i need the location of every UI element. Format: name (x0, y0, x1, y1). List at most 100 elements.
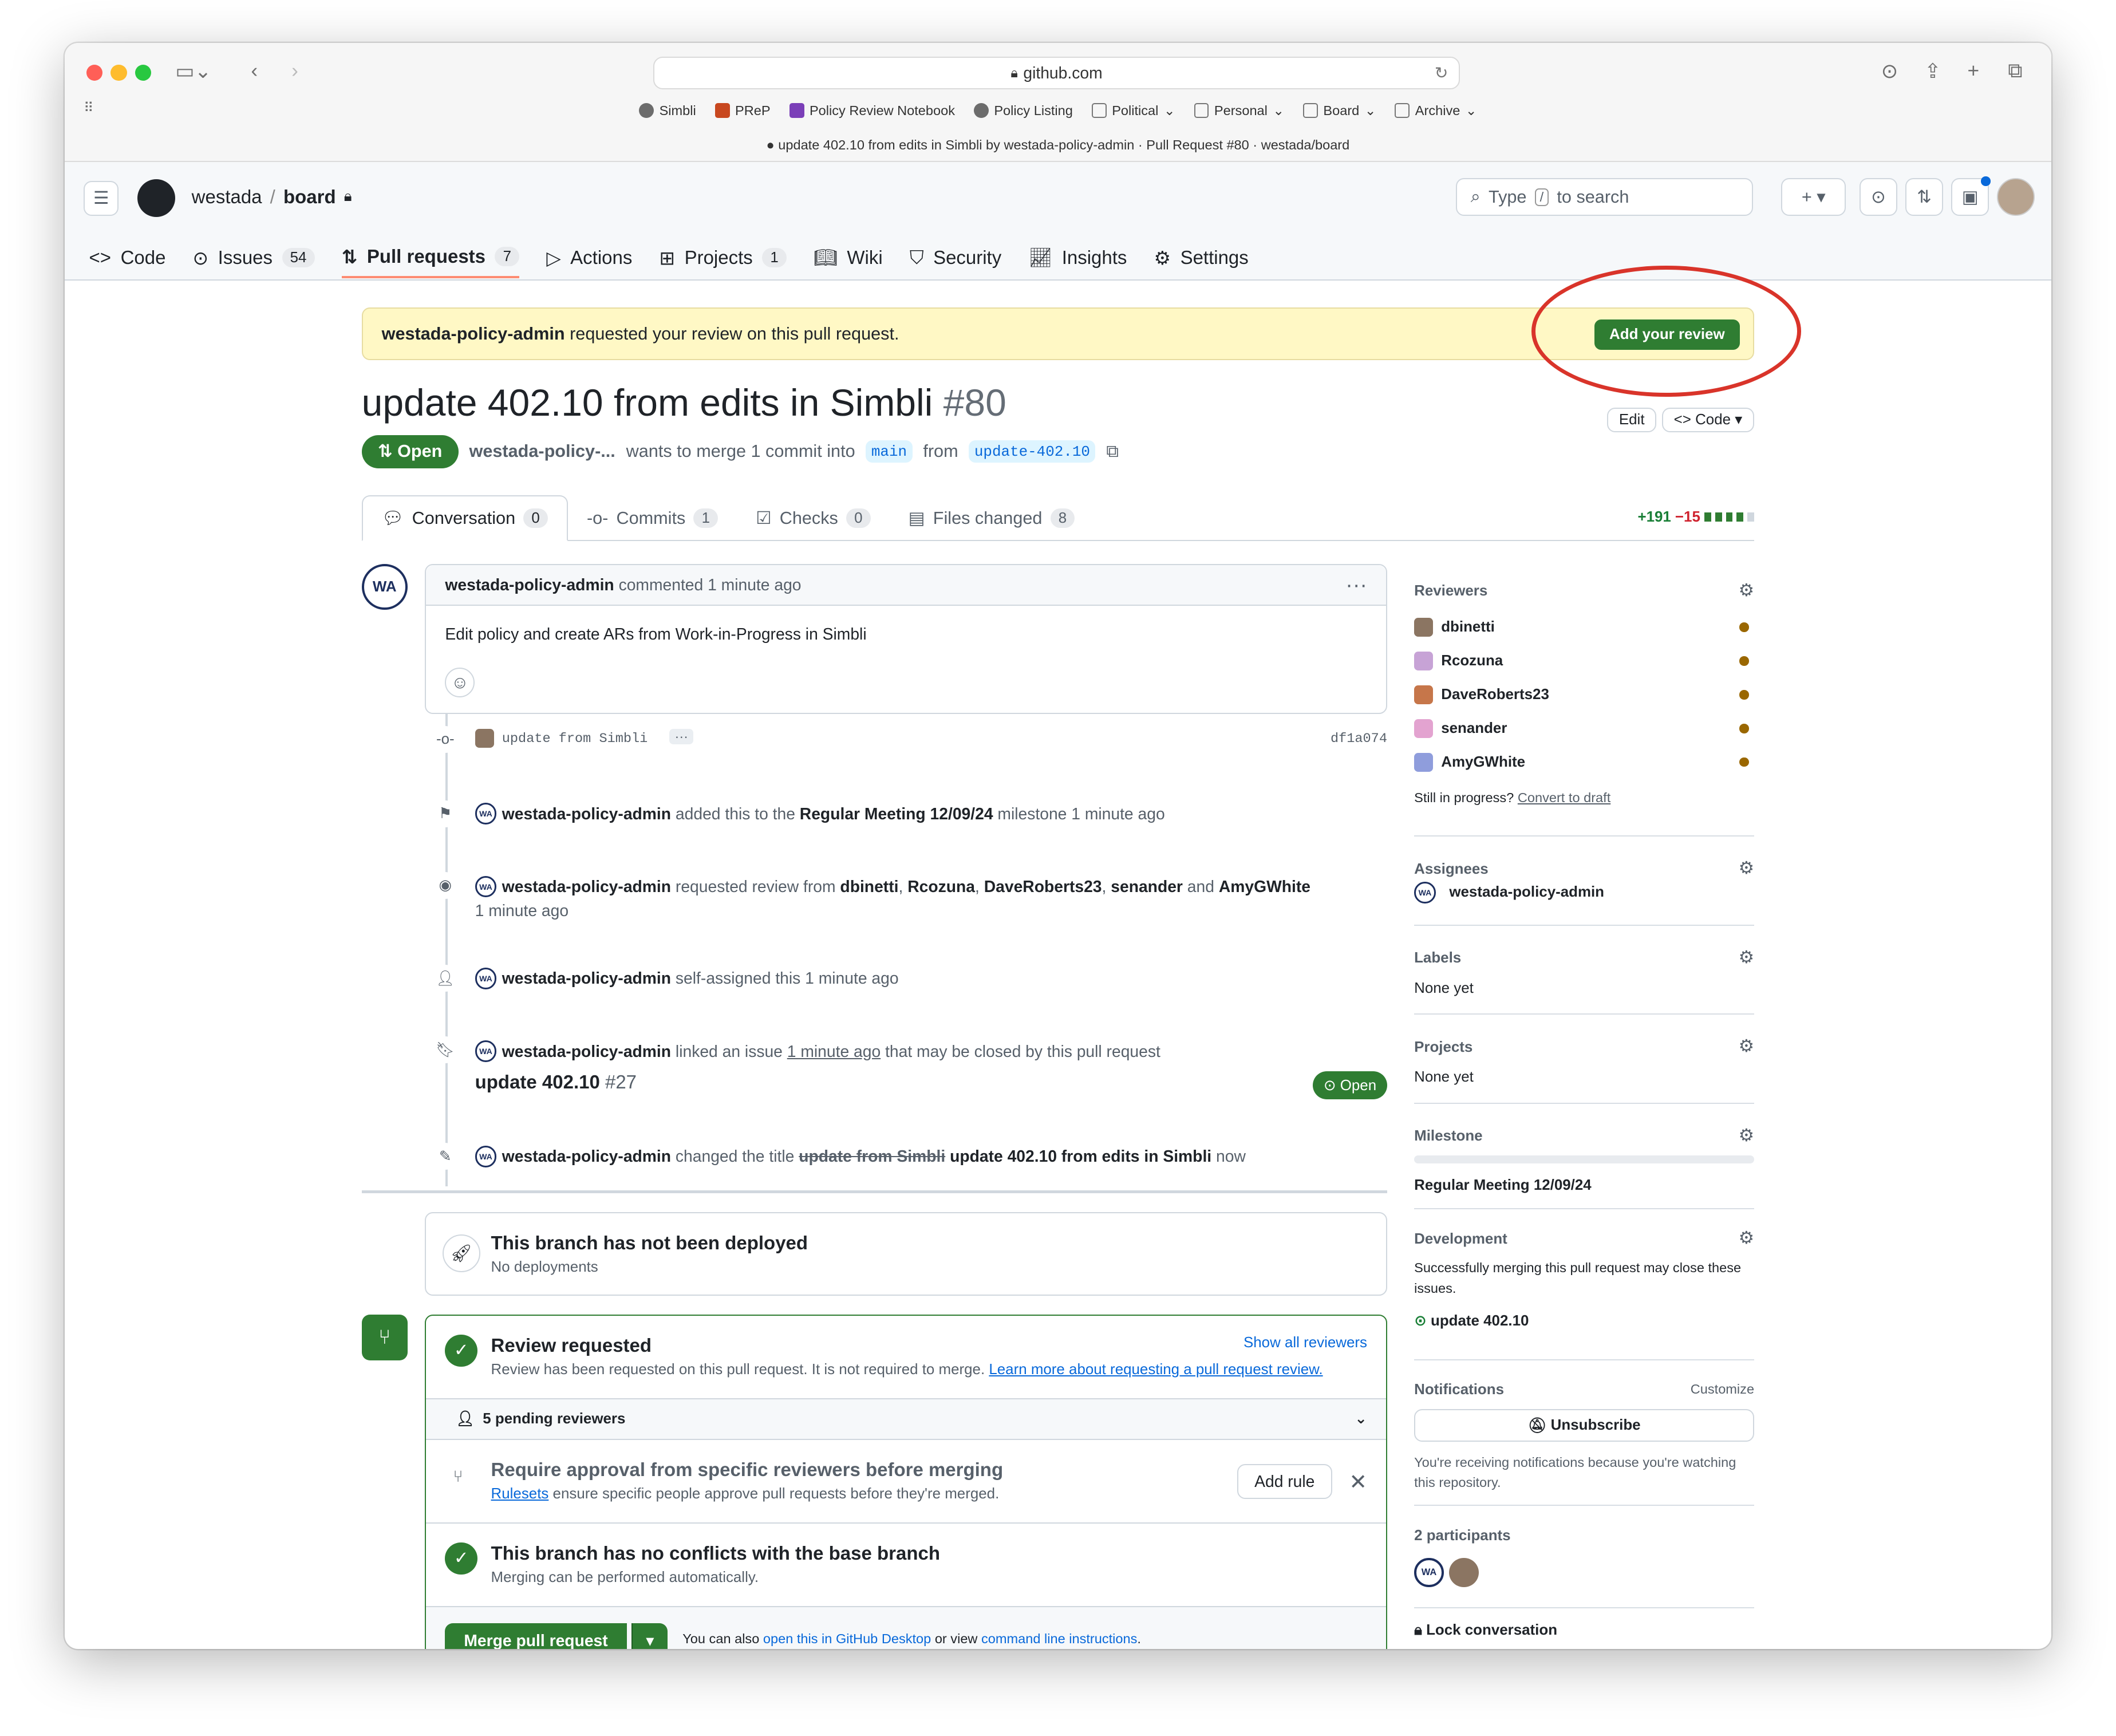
new-tab-icon[interactable]: + (1967, 60, 1979, 82)
reviewer-item[interactable]: senander (1414, 712, 1754, 745)
inbox-icon-button[interactable]: ▣ (1951, 176, 1991, 216)
commit-sha[interactable]: df1a074 (1331, 731, 1387, 747)
gear-icon[interactable]: ⚙ (1739, 1036, 1754, 1056)
event-actor[interactable]: westada-policy-admin (502, 804, 671, 823)
bookmark-policy-listing[interactable]: Policy Listing (974, 102, 1073, 119)
close-icon[interactable]: ✕ (1349, 1469, 1367, 1494)
participant-avatar[interactable]: WA (1414, 1557, 1444, 1588)
lock-conversation-button[interactable]: 🔒︎ Lock conversation (1414, 1608, 1754, 1639)
actor-avatar[interactable]: WA (475, 803, 497, 825)
tab-conversation[interactable]: 💬︎ Conversation 0 (361, 495, 568, 542)
author-avatar[interactable]: WA (361, 564, 408, 610)
code-dropdown-button[interactable]: <> Code ▾ (1661, 407, 1755, 433)
tab-insights[interactable]: 📈︎ Insights (1028, 238, 1127, 278)
show-all-reviewers-link[interactable]: Show all reviewers (1243, 1335, 1367, 1351)
actor-avatar[interactable]: WA (475, 967, 497, 989)
tab-commits[interactable]: -o- Commits 1 (568, 495, 737, 541)
reviewer-item[interactable]: AmyGWhite (1414, 745, 1754, 779)
actor-avatar[interactable]: WA (475, 1040, 497, 1062)
tab-title[interactable]: ● update 402.10 from edits in Simbli by … (65, 137, 2051, 153)
actor-avatar[interactable]: WA (475, 1146, 497, 1167)
linked-issue[interactable]: ⊙ update 402.10 (1414, 1312, 1754, 1329)
merge-options-dropdown[interactable]: ▾ (631, 1623, 668, 1650)
menu-button[interactable]: ☰ (84, 180, 119, 216)
event-actor[interactable]: westada-policy-admin (502, 969, 671, 988)
tab-pull-requests[interactable]: ⇅ Pull requests 7 (341, 238, 520, 278)
bookmark-prep[interactable]: PReP (714, 102, 771, 119)
head-branch[interactable]: update-402.10 (969, 440, 1096, 463)
tab-code[interactable]: <> Code (89, 238, 166, 278)
tab-projects[interactable]: ⊞ Projects 1 (659, 238, 787, 278)
bookmark-folder-board[interactable]: Board ⌄ (1303, 102, 1376, 119)
commit-message[interactable]: update from Simbli (502, 731, 648, 747)
actor-avatar[interactable]: WA (475, 875, 497, 898)
add-rule-button[interactable]: Add rule (1237, 1463, 1332, 1499)
github-desktop-link[interactable]: open this in GitHub Desktop (763, 1631, 931, 1646)
github-logo-icon[interactable] (137, 179, 176, 218)
event-time-link[interactable]: 1 minute ago (787, 1042, 881, 1061)
milestone-heading[interactable]: Milestone (1414, 1128, 1754, 1145)
gear-icon[interactable]: ⚙ (1739, 1228, 1754, 1248)
milestone-link[interactable]: Regular Meeting 12/09/24 (1414, 1177, 1754, 1194)
committer-avatar[interactable] (475, 728, 494, 748)
more-options-icon[interactable]: ··· (1345, 573, 1367, 597)
gear-icon[interactable]: ⚙ (1739, 581, 1754, 601)
reviewer-link[interactable]: Rcozuna (907, 877, 975, 896)
reviewer-item[interactable]: Rcozuna (1414, 644, 1754, 678)
linked-issue-title[interactable]: update 402.10 #27 (475, 1071, 637, 1093)
learn-more-link[interactable]: Learn more about requesting a pull reque… (989, 1362, 1322, 1378)
bookmark-policy-review-notebook[interactable]: Policy Review Notebook (789, 102, 955, 119)
gear-icon[interactable]: ⚙ (1739, 1126, 1754, 1146)
commit-expand-button[interactable]: ··· (669, 728, 694, 744)
rulesets-link[interactable]: Rulesets (491, 1486, 549, 1502)
reviewer-link[interactable]: DaveRoberts23 (984, 877, 1102, 896)
back-icon[interactable]: ‹ (251, 60, 258, 82)
participant-avatar[interactable] (1449, 1557, 1479, 1588)
reload-icon[interactable]: ↻ (1435, 64, 1448, 82)
development-heading[interactable]: Development (1414, 1231, 1754, 1248)
assignees-heading[interactable]: Assignees (1414, 861, 1754, 878)
tab-wiki[interactable]: 📖︎ Wiki (814, 238, 883, 278)
tab-security[interactable]: ⛉ Security (910, 238, 1001, 278)
tab-overview-icon[interactable]: ⧉ (2008, 60, 2022, 83)
close-window-button[interactable] (86, 65, 103, 81)
repo-name-link[interactable]: board (283, 186, 336, 208)
chevron-down-icon[interactable]: ⌄ (1355, 1410, 1367, 1427)
unsubscribe-button[interactable]: 🔕︎ Unsubscribe (1414, 1409, 1755, 1442)
pending-reviewers-row[interactable]: 👤︎ 5 pending reviewers ⌄ (426, 1399, 1386, 1440)
add-reaction-icon[interactable]: ☺ (445, 668, 475, 698)
event-actor[interactable]: westada-policy-admin (502, 1042, 671, 1061)
zoom-window-button[interactable] (135, 65, 151, 81)
bookmark-simbli[interactable]: Simbli (639, 102, 696, 119)
user-avatar[interactable] (1997, 178, 2035, 216)
minimize-window-button[interactable] (110, 65, 127, 81)
search-input[interactable]: ⌕ Type / to search (1456, 178, 1753, 216)
command-line-link[interactable]: command line instructions (981, 1631, 1137, 1646)
assignee-item[interactable]: WA westada-policy-admin (1414, 878, 1754, 908)
reviewer-link[interactable]: dbinetti (840, 877, 898, 896)
forward-icon[interactable]: › (291, 60, 298, 82)
address-bar[interactable]: 🔒︎ github.com ↻ (653, 56, 1460, 89)
bookmark-folder-archive[interactable]: Archive ⌄ (1395, 102, 1477, 119)
event-actor[interactable]: westada-policy-admin (502, 877, 671, 896)
bookmark-folder-personal[interactable]: Personal ⌄ (1194, 102, 1284, 119)
reviewer-link[interactable]: AmyGWhite (1219, 877, 1310, 896)
share-icon[interactable]: ⇪ (1924, 60, 1941, 83)
pull-requests-icon-button[interactable]: ⇅ (1905, 178, 1944, 216)
edit-title-button[interactable]: Edit (1607, 407, 1657, 433)
tab-issues[interactable]: ⊙ Issues 54 (193, 238, 315, 278)
copy-icon[interactable]: ⧉ (1106, 441, 1119, 462)
tab-settings[interactable]: ⚙ Settings (1154, 238, 1249, 278)
comment-author[interactable]: westada-policy-admin (445, 575, 614, 594)
event-actor[interactable]: westada-policy-admin (502, 1147, 671, 1166)
tab-checks[interactable]: ☑ Checks 0 (737, 495, 890, 541)
create-new-button[interactable]: + ▾ (1781, 178, 1846, 216)
tab-files-changed[interactable]: ▤ Files changed 8 (890, 495, 1094, 541)
download-icon[interactable]: ⊙ (1881, 60, 1898, 83)
reviewer-item[interactable]: DaveRoberts23 (1414, 678, 1754, 712)
customize-link[interactable]: Customize (1691, 1382, 1754, 1397)
issues-icon-button[interactable]: ⊙ (1859, 178, 1897, 216)
milestone-link[interactable]: Regular Meeting 12/09/24 (800, 804, 993, 823)
tab-actions[interactable]: ▷ Actions (546, 238, 632, 278)
repo-owner-link[interactable]: westada (192, 186, 262, 208)
